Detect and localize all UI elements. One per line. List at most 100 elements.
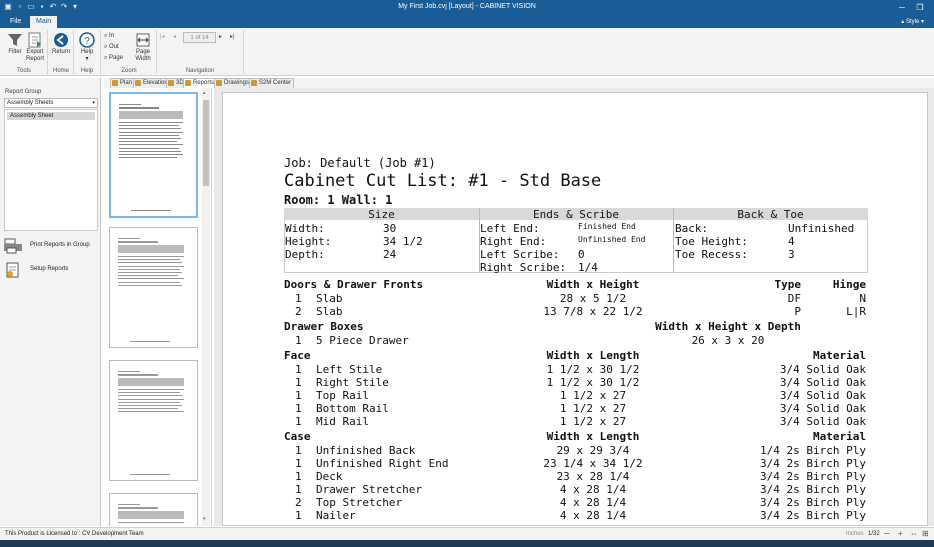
setup-reports-button[interactable]: Setup Reports (3, 261, 98, 279)
page-preview (118, 371, 184, 475)
report-group-select[interactable]: Assembly Sheets ▾ (4, 98, 98, 108)
zoom-out-label: Out (109, 44, 119, 50)
tab-s2m-center[interactable]: S2M Center (249, 78, 295, 88)
zoom-page-button[interactable]: ⌕ Page (104, 55, 123, 62)
print-reports-button[interactable]: Print Reports in Group (3, 237, 98, 255)
row-name: Top Rail (316, 389, 369, 402)
help-button[interactable]: ? Help ▾ (77, 32, 97, 63)
drawer-boxes-section-title: Drawer Boxes (284, 320, 364, 333)
page-thumbnail[interactable] (109, 227, 198, 348)
scrollbar-thumb[interactable] (203, 100, 209, 186)
back-value: 3 (788, 248, 795, 261)
tab-reports[interactable]: Reports (183, 78, 218, 88)
row-qty: 2 (295, 496, 302, 509)
zoom-in-button[interactable]: ⌕ In (104, 33, 114, 40)
row-name: Bottom Rail (316, 402, 389, 415)
page-preview (118, 238, 184, 342)
page-thumbnail[interactable] (109, 360, 198, 481)
ends-label: Right Scribe: (480, 261, 567, 274)
tab-drawings[interactable]: Drawings (214, 78, 253, 88)
page-thumbnail[interactable] (109, 493, 198, 526)
ends-value: Unfinished End (578, 235, 646, 244)
row-dim: 1 1/2 x 27 (559, 389, 627, 402)
plan-icon (112, 80, 118, 86)
fit-page-icon[interactable]: ⊞ (922, 529, 929, 538)
window-title: My First Job.cvj [Layout] - CABINET VISI… (398, 3, 536, 10)
group-label-help: Help (80, 68, 94, 74)
tab-plan-label: Plan (120, 80, 133, 86)
row-material: 3/4 Solid Oak (779, 376, 866, 389)
row-material: 3/4 Solid Oak (779, 389, 866, 402)
last-page-icon[interactable]: ▸| (230, 34, 235, 41)
group-separator (156, 30, 157, 74)
tab-main[interactable]: Main (30, 16, 58, 28)
case-dim-header: Width x Length (546, 430, 640, 443)
row-type: DF (787, 292, 801, 305)
filter-button[interactable]: Filter (4, 32, 26, 56)
ribbon: Filter Export Report Return ? Help ▾ ⌕ I… (0, 28, 934, 76)
scroll-down-icon[interactable]: ▾ (203, 516, 206, 522)
status-bar: This Product is Licensed to : CV Develop… (0, 527, 934, 540)
list-item[interactable]: Assembly Sheet (7, 112, 95, 120)
return-icon (54, 33, 68, 47)
size-value: 30 (383, 222, 397, 235)
tab-drawings-label: Drawings (224, 80, 250, 86)
row-name: Mid Rail (316, 415, 369, 428)
row-qty: 1 (295, 509, 302, 522)
tab-plan[interactable]: Plan (110, 78, 136, 88)
export-report-icon (28, 32, 41, 48)
row-dim: 4 x 28 1/4 (559, 509, 627, 522)
size-label: Width: (285, 222, 325, 235)
tab-reports-label: Reports (193, 80, 215, 86)
page-width-button[interactable]: Page Width (133, 32, 153, 63)
size-label: Depth: (285, 248, 325, 261)
report-page: Job: Default (Job #1) Cabinet Cut List: … (222, 92, 928, 526)
row-hinge: N (859, 292, 866, 305)
next-page-icon[interactable]: ▸ (219, 34, 222, 41)
row-name: Deck (316, 470, 343, 483)
reports-icon (185, 80, 191, 86)
row-dim: 1 1/2 x 27 (559, 415, 627, 428)
row-material: 3/4 2s Birch Ply (760, 496, 866, 509)
minimize-button[interactable]: ─ (895, 2, 909, 14)
scroll-up-icon[interactable]: ▴ (203, 90, 206, 96)
back-toe-header: Back & Toe (737, 208, 804, 221)
page-indicator-input[interactable] (183, 32, 216, 43)
zoom-page-label: Page (109, 55, 124, 61)
chevron-up-icon: ▴ (901, 19, 905, 25)
row-dim: 28 x 5 1/2 (559, 292, 627, 305)
doors-section-title: Doors & Drawer Fronts (284, 278, 424, 291)
row-qty: 1 (295, 363, 302, 376)
group-separator (73, 30, 74, 74)
group-separator (100, 30, 101, 74)
zoom-out-icon[interactable]: ─ (884, 529, 890, 538)
previous-page-icon[interactable]: ◂ (173, 34, 176, 41)
fit-width-icon[interactable]: ⇔ (910, 529, 918, 538)
row-material: 3/4 Solid Oak (779, 402, 866, 415)
tab-file[interactable]: File (4, 16, 27, 28)
ribbon-tab-bar: File Main ▴ Style ▾ (0, 16, 934, 28)
precision-value[interactable]: 1/32 (868, 531, 880, 537)
page-preview (119, 104, 183, 211)
filter-label: Filter (8, 49, 22, 55)
row-qty: 1 (295, 334, 302, 347)
chevron-down-icon: ▾ (85, 56, 89, 62)
room-line: Room: 1 Wall: 1 (284, 193, 393, 207)
face-material-header: Material (813, 349, 866, 362)
restore-button[interactable]: ❐ (913, 2, 927, 14)
export-report-button[interactable]: Export Report (24, 32, 46, 63)
thumbnail-scrollbar[interactable]: ▴ ▾ (202, 88, 210, 526)
row-name: 5 Piece Drawer (316, 334, 409, 347)
row-dim: 26 x 3 x 20 (691, 334, 765, 347)
elevation-icon (135, 80, 141, 86)
row-material: 3/4 Solid Oak (779, 415, 866, 428)
page-thumbnail[interactable] (109, 92, 198, 218)
zoom-in-icon[interactable]: + (898, 529, 903, 538)
row-dim: 23 x 28 1/4 (556, 470, 630, 483)
zoom-out-button[interactable]: ⌕ Out (104, 44, 119, 51)
return-button[interactable]: Return (50, 32, 72, 56)
row-material: 3/4 2s Birch Ply (760, 457, 866, 470)
first-page-icon[interactable]: |◂ (160, 34, 165, 41)
style-menu[interactable]: ▴ Style ▾ (901, 16, 924, 28)
row-material: 3/4 2s Birch Ply (760, 509, 866, 522)
